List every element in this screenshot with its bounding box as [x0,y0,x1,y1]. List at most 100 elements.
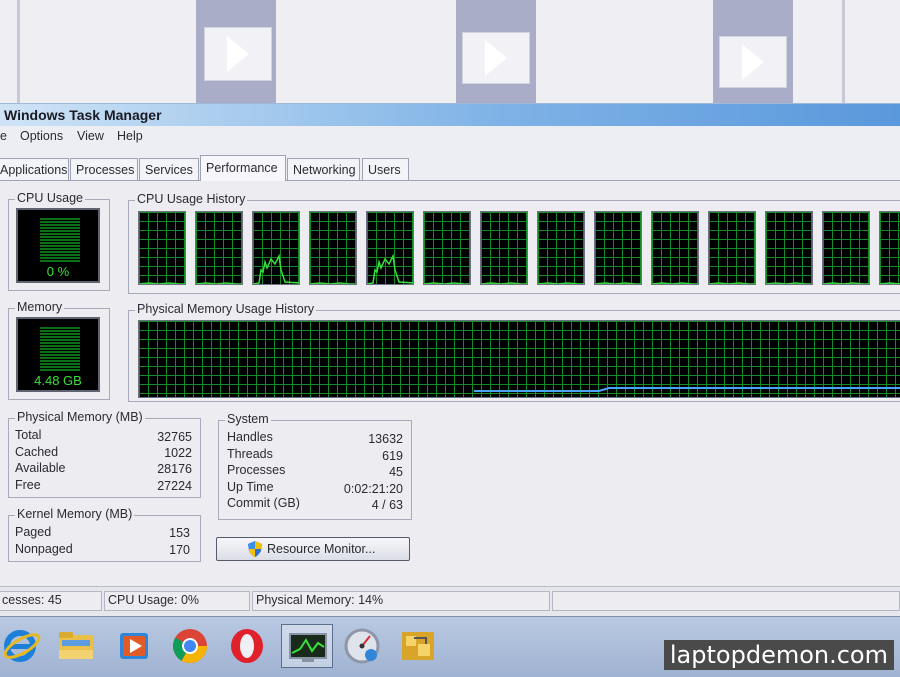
chrome-icon[interactable] [168,624,212,668]
cpu-core-line [538,282,584,284]
tab-applications[interactable]: Applications [0,158,69,180]
handles-label: Handles [227,430,273,444]
threads-label: Threads [227,447,273,461]
background-window [0,0,900,103]
cpu-core-line [880,282,900,284]
menu-file[interactable]: e [0,129,7,143]
system-gauge-icon[interactable] [340,624,384,668]
media-player-icon[interactable] [112,624,156,668]
paged-value: 153 [169,526,190,540]
tab-services[interactable]: Services [139,158,199,180]
free-value: 27224 [157,479,192,493]
tab-performance[interactable]: Performance [200,155,286,181]
status-bar: cesses: 45 CPU Usage: 0% Physical Memory… [0,586,900,615]
cpu-core-graph [879,211,900,285]
available-value: 28176 [157,462,192,476]
cached-value: 1022 [164,446,192,460]
menu-bar: e Options View Help [0,126,900,150]
cpu-core-line [253,253,299,284]
nonpaged-value: 170 [169,543,190,557]
system-group: System Handles 13632 Threads 619 Process… [218,412,412,520]
free-label: Free [15,478,41,492]
divider [842,0,845,103]
window-title: Windows Task Manager [4,107,162,123]
app-icon[interactable] [396,624,440,668]
cpu-core-graph [138,211,186,285]
cpu-usage-gauge: 0 % [16,208,100,283]
commit-value: 4 / 63 [371,498,403,512]
memory-history-svg [474,387,900,392]
uptime-label: Up Time [227,480,274,494]
play-icon [485,40,507,76]
cpu-core-line [367,253,413,284]
resource-monitor-label: Resource Monitor... [267,542,376,556]
system-label: System [225,412,271,426]
kernel-memory-label: Kernel Memory (MB) [15,507,135,521]
total-value: 32765 [157,430,192,444]
cpu-core-line [766,282,812,284]
cpu-core-line [652,282,698,284]
play-thumbnail [204,27,272,81]
nonpaged-label: Nonpaged [15,542,73,556]
watermark: laptopdemon.com [663,640,894,670]
cpu-core-graph [252,211,300,285]
uac-shield-icon [248,541,262,557]
task-manager-icon[interactable] [281,624,333,668]
physical-memory-group: Physical Memory (MB) Total 32765 Cached … [8,410,201,498]
memory-history-label: Physical Memory Usage History [135,302,317,316]
cpu-core-line [481,282,527,284]
uptime-value: 0:02:21:20 [343,482,403,496]
play-thumbnail [719,36,787,88]
cpu-history-label: CPU Usage History [135,192,248,206]
cpu-core-graph [537,211,585,285]
cpu-core-graph [765,211,813,285]
internet-explorer-icon[interactable] [0,624,44,668]
cpu-core-line [823,282,869,284]
commit-label: Commit (GB) [227,496,300,510]
play-thumbnail [462,32,530,84]
tab-users[interactable]: Users [362,158,409,180]
tab-strip: Applications Processes Services Performa… [0,150,900,181]
paged-label: Paged [15,525,52,539]
memory-history-graph [138,320,900,398]
tab-processes[interactable]: Processes [70,158,138,180]
cpu-core-line [595,282,641,284]
memory-gauge: 4.48 GB [16,317,100,392]
menu-options[interactable]: Options [20,129,63,143]
cpu-usage-group: CPU Usage 0 % [8,191,110,291]
file-explorer-icon[interactable] [54,624,98,668]
physical-memory-label: Physical Memory (MB) [15,410,145,424]
menu-view[interactable]: View [77,129,104,143]
available-label: Available [15,461,66,475]
memory-history-line [474,387,900,392]
cached-label: Cached [15,445,59,459]
opera-icon[interactable] [225,624,269,668]
cpu-core-graph [651,211,699,285]
memory-history-group: Physical Memory Usage History [128,302,900,402]
cpu-core-line [139,282,185,284]
cpu-history-group: CPU Usage History [128,192,900,294]
processes-value: 45 [389,465,403,479]
cpu-core-graph [480,211,528,285]
cpu-core-graph [366,211,414,285]
status-memory: Physical Memory: 14% [252,591,550,611]
status-processes: cesses: 45 [0,591,102,611]
cpu-core-line [709,282,755,284]
cpu-core-graph [822,211,870,285]
threads-value: 619 [382,449,403,463]
cpu-core-line [196,282,242,284]
cpu-core-graph [309,211,357,285]
cpu-core-graph [708,211,756,285]
memory-value: 4.48 GB [34,373,82,388]
memory-label: Memory [15,300,65,314]
cpu-core-line [310,282,356,284]
tab-networking[interactable]: Networking [287,158,360,180]
status-empty [552,591,900,611]
title-bar[interactable]: Windows Task Manager [0,103,900,126]
menu-help[interactable]: Help [117,129,143,143]
kernel-memory-group: Kernel Memory (MB) Paged 153 Nonpaged 17… [8,507,201,562]
cpu-core-graph [594,211,642,285]
cpu-core-graph [195,211,243,285]
handles-value: 13632 [368,432,403,446]
resource-monitor-button[interactable]: Resource Monitor... [216,537,410,561]
